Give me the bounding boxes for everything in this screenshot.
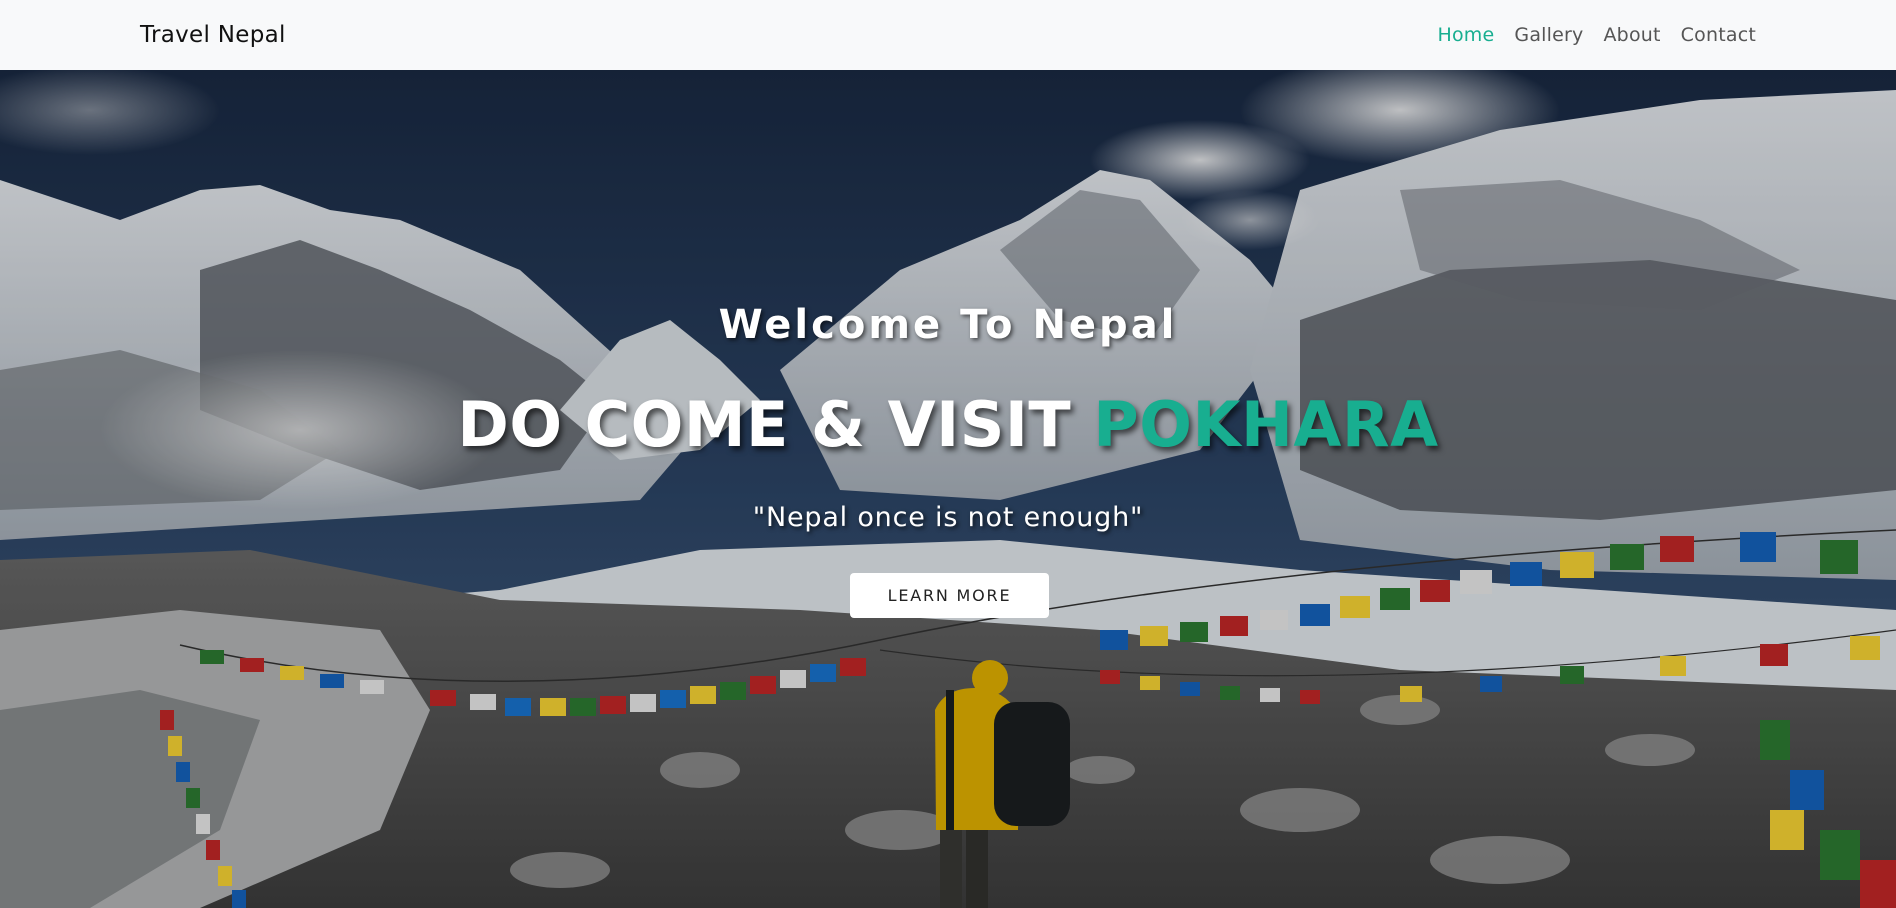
brand-logo[interactable]: Travel Nepal xyxy=(140,22,286,48)
nav-link-about[interactable]: About xyxy=(1603,24,1660,46)
hero-content: Welcome To Nepal DO COME & VISIT POKHARA… xyxy=(0,70,1896,908)
nav-link-contact[interactable]: Contact xyxy=(1681,24,1756,46)
hero-section: Welcome To Nepal DO COME & VISIT POKHARA… xyxy=(0,70,1896,908)
headline-accent-text: POKHARA xyxy=(1093,388,1439,461)
navbar: Travel Nepal Home Gallery About Contact xyxy=(0,0,1896,70)
headline-main-text: DO COME & VISIT xyxy=(457,388,1094,461)
hero-welcome-heading: Welcome To Nepal xyxy=(718,302,1178,348)
nav-link-home[interactable]: Home xyxy=(1437,24,1494,46)
nav-link-gallery[interactable]: Gallery xyxy=(1514,24,1583,46)
hero-tagline: "Nepal once is not enough" xyxy=(752,502,1144,533)
learn-more-button[interactable]: LEARN MORE xyxy=(850,573,1049,618)
nav-links: Home Gallery About Contact xyxy=(1437,24,1756,46)
hero-headline: DO COME & VISIT POKHARA xyxy=(0,388,1896,461)
